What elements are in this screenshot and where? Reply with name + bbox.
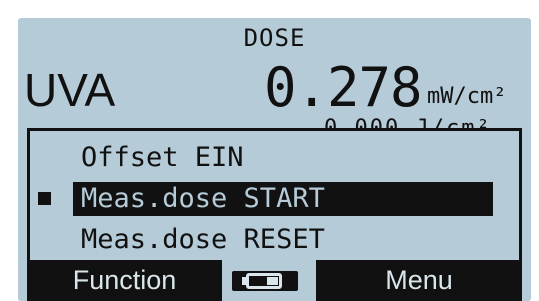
menu-item-meas-dose-start[interactable]: Meas.dose START [33,182,516,216]
menu-item-offset[interactable]: Offset EIN [33,141,516,175]
function-softkey[interactable]: Function [27,260,222,301]
selection-marker-icon [38,192,51,205]
menu-item-label: Offset EIN [81,142,244,173]
menu-item-label: Meas.dose START [73,182,493,216]
menu-item-label: Meas.dose RESET [81,224,325,255]
menu-popup: Offset EIN Meas.dose START Meas.dose RES… [27,128,522,266]
reading-value: 0.278 [264,56,423,119]
battery-fill [267,277,278,285]
lcd-display: DOSE UVA 0.278 mW/cm² 0.000 J/cm² Offset… [18,18,531,301]
menu-item-meas-dose-reset[interactable]: Meas.dose RESET [33,223,516,257]
battery-icon [232,271,298,291]
header-label: DOSE [243,24,306,52]
channel-label: UVA [24,64,116,116]
reading-unit: mW/cm² [427,84,507,109]
softkey-bar: Function Menu [18,260,531,301]
menu-softkey[interactable]: Menu [316,260,522,301]
